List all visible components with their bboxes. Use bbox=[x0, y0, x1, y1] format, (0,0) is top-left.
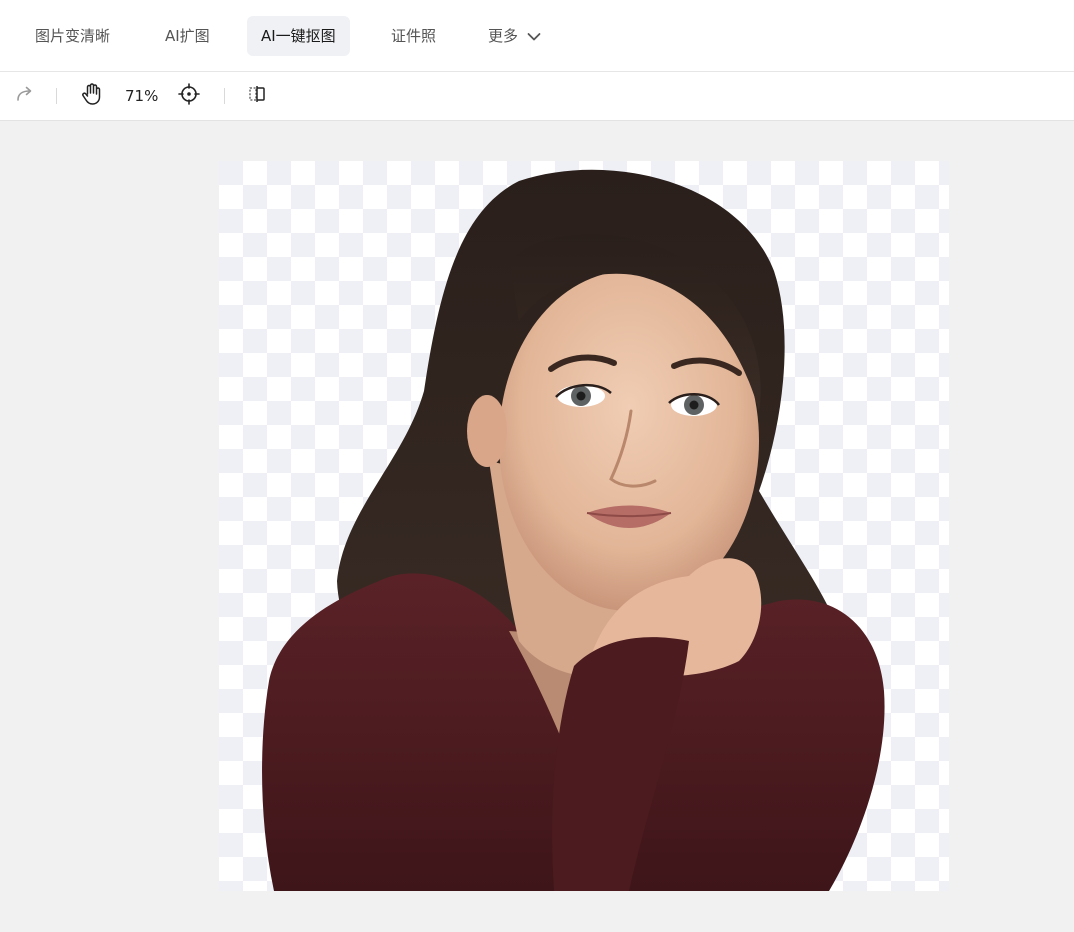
tab-ai-cutout[interactable]: AI一键抠图 bbox=[247, 16, 350, 56]
redo-button[interactable] bbox=[14, 84, 36, 108]
tab-label: 图片变清晰 bbox=[35, 27, 111, 45]
compare-split-icon bbox=[247, 84, 267, 108]
tab-image-enhance[interactable]: 图片变清晰 bbox=[35, 16, 110, 56]
editor-canvas[interactable] bbox=[0, 121, 1074, 932]
redo-icon bbox=[15, 84, 35, 108]
tab-more[interactable]: 更多 bbox=[488, 16, 541, 56]
hand-pan-icon bbox=[81, 82, 103, 110]
tab-label: 更多 bbox=[488, 27, 519, 45]
portrait-illustration bbox=[262, 169, 885, 891]
crosshair-center-icon bbox=[178, 83, 200, 109]
compare-button[interactable] bbox=[246, 84, 268, 108]
zoom-level[interactable]: 71% bbox=[125, 84, 158, 108]
toolbar-divider bbox=[56, 88, 57, 104]
editor-toolbar: 71% bbox=[0, 72, 1074, 121]
tab-label: 证件照 bbox=[391, 27, 437, 45]
tab-label: AI一键抠图 bbox=[261, 27, 336, 45]
tab-ai-expand[interactable]: AI扩图 bbox=[165, 16, 210, 56]
tab-id-photo[interactable]: 证件照 bbox=[391, 16, 436, 56]
top-navigation: 图片变清晰 AI扩图 AI一键抠图 证件照 更多 bbox=[0, 0, 1074, 72]
pan-tool-button[interactable] bbox=[80, 82, 104, 110]
tab-label: AI扩图 bbox=[165, 27, 210, 45]
fit-center-button[interactable] bbox=[177, 83, 201, 109]
chevron-down-icon bbox=[527, 17, 541, 57]
cutout-image[interactable] bbox=[219, 161, 949, 891]
toolbar-divider bbox=[224, 88, 225, 104]
